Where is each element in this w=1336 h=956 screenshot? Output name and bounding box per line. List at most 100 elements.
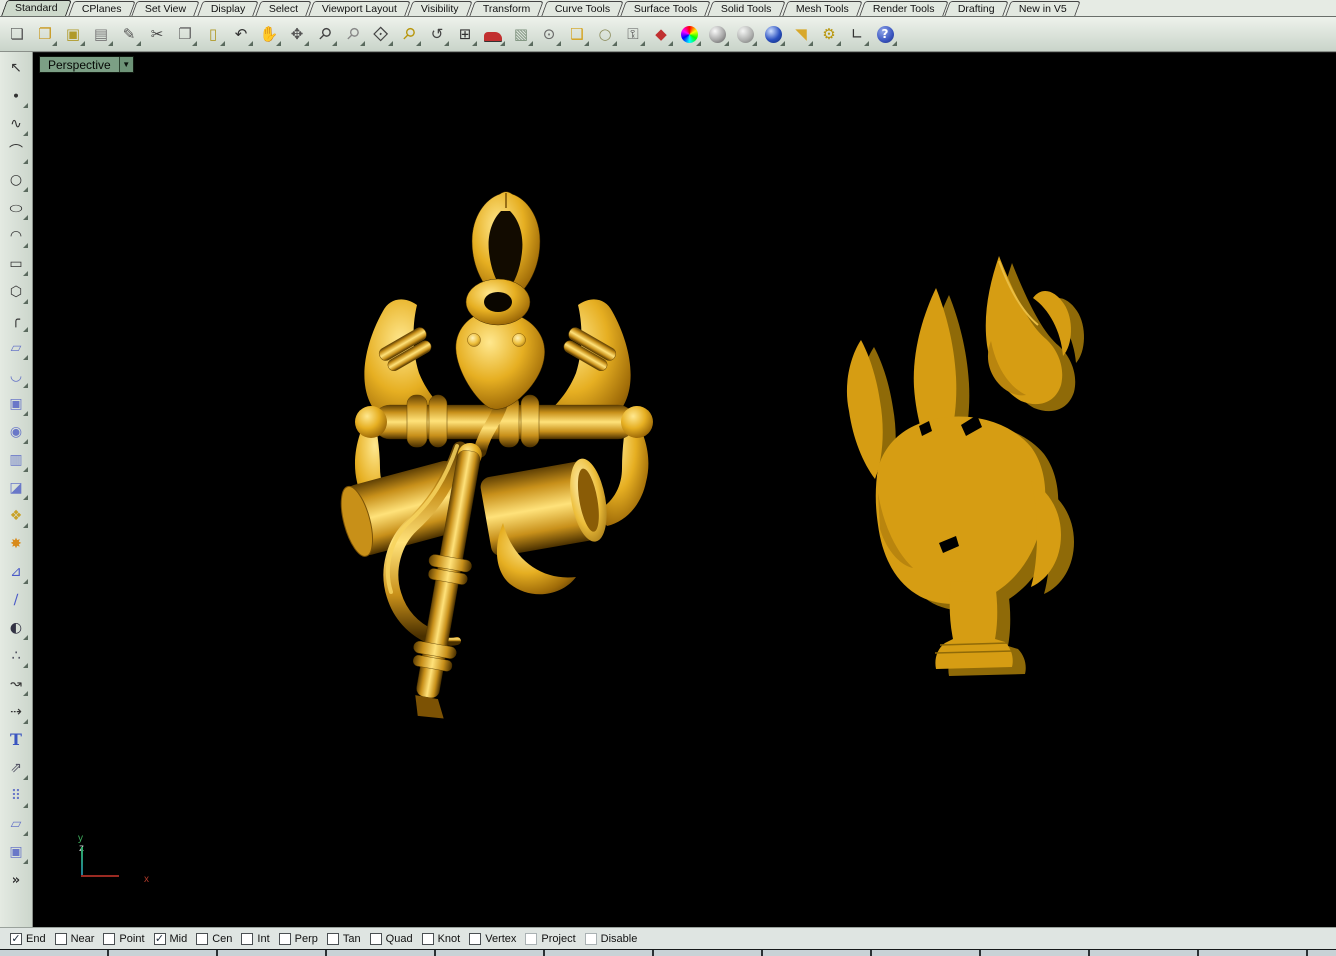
selection-filter-icon[interactable]: ❑ xyxy=(564,21,590,47)
zoom-dynamic-icon[interactable]: ⚲ xyxy=(312,21,338,47)
checkbox[interactable] xyxy=(279,933,291,945)
set-cplane-icon[interactable]: ▣ xyxy=(3,839,29,865)
cut-icon[interactable]: ✂ xyxy=(144,21,170,47)
rectangle-icon[interactable]: ▭ xyxy=(3,251,29,277)
pan-icon[interactable]: ✋ xyxy=(256,21,282,47)
checkbox[interactable] xyxy=(469,933,481,945)
options-icon[interactable]: ⚙ xyxy=(816,21,842,47)
curved-surface-icon[interactable]: ◡ xyxy=(3,363,29,389)
paste-icon[interactable]: ▯ xyxy=(200,21,226,47)
undo-view-icon[interactable]: ↺ xyxy=(424,21,450,47)
control-point-curve-icon[interactable]: ∿ xyxy=(3,111,29,137)
explode-icon[interactable]: ✸ xyxy=(3,531,29,557)
fillet-corner-icon[interactable]: ╭ xyxy=(3,307,29,333)
checkbox[interactable] xyxy=(525,933,537,945)
extend-curve-icon[interactable]: ⇢ xyxy=(3,699,29,725)
cplane-icon[interactable]: ▧ xyxy=(508,21,534,47)
save-icon[interactable]: ▣ xyxy=(60,21,86,47)
curve-interpolate-icon[interactable]: ⌒ xyxy=(3,139,29,165)
new-document-icon[interactable]: ❏ xyxy=(4,21,30,47)
checkbox[interactable] xyxy=(196,933,208,945)
checkbox[interactable] xyxy=(103,933,115,945)
osnap-toggle[interactable]: Int xyxy=(241,933,269,945)
dimension-icon[interactable]: ∟ xyxy=(844,21,870,47)
pendant-side-silhouette[interactable] xyxy=(847,256,1084,676)
toolbar-tab[interactable]: Viewport Layout xyxy=(308,1,411,16)
blend-curve-icon[interactable]: ↝ xyxy=(3,671,29,697)
toolbar-tab[interactable]: Set View xyxy=(132,1,201,16)
osnap-toggle[interactable]: Project xyxy=(525,933,575,945)
named-views-icon[interactable] xyxy=(480,21,506,47)
osnap-toggle[interactable]: Cen xyxy=(196,933,232,945)
osnap-toggle[interactable]: Point xyxy=(103,933,144,945)
toolbar-tab[interactable]: Visibility xyxy=(408,1,473,16)
toolbar-tab[interactable]: Solid Tools xyxy=(707,1,785,16)
perspective-viewport[interactable]: Perspective ▼ xyxy=(33,52,1336,927)
copy-icon[interactable]: ❐ xyxy=(172,21,198,47)
checkbox[interactable] xyxy=(585,933,597,945)
checkbox[interactable] xyxy=(370,933,382,945)
viewport-title[interactable]: Perspective ▼ xyxy=(39,56,134,73)
light-bulb-icon[interactable]: ○ xyxy=(592,21,618,47)
toolbar-tab[interactable]: Standard xyxy=(1,0,71,16)
help-icon[interactable]: ? xyxy=(872,21,898,47)
checkbox[interactable] xyxy=(241,933,253,945)
shaded-viewport-icon[interactable] xyxy=(704,21,730,47)
toolbar-tab[interactable]: CPlanes xyxy=(68,1,135,16)
rendered-viewport-icon[interactable] xyxy=(760,21,786,47)
toolbar-tab[interactable]: Mesh Tools xyxy=(782,1,862,16)
toolbar-tab[interactable]: Select xyxy=(255,1,312,16)
lock-icon[interactable]: ⚿ xyxy=(620,21,646,47)
toolbar-tab[interactable]: Display xyxy=(197,1,259,16)
circle-center-icon[interactable]: ⊙ xyxy=(536,21,562,47)
checkbox[interactable] xyxy=(10,933,22,945)
zoom-window-icon[interactable]: ⚲ xyxy=(340,21,366,47)
osnap-toggle[interactable]: Vertex xyxy=(469,933,516,945)
circle-icon[interactable]: ○ xyxy=(3,167,29,193)
box-icon[interactable]: ▣ xyxy=(3,391,29,417)
arc-icon[interactable]: ◠ xyxy=(3,223,29,249)
move-icon[interactable]: ⇗ xyxy=(3,755,29,781)
checkbox[interactable] xyxy=(55,933,67,945)
zoom-selected-icon[interactable]: ⚲ xyxy=(396,21,422,47)
checkbox[interactable] xyxy=(154,933,166,945)
osnap-toggle[interactable]: Knot xyxy=(422,933,461,945)
polygon-icon[interactable]: ⬡ xyxy=(3,279,29,305)
zoom-extents-icon[interactable]: ⊡ xyxy=(368,21,394,47)
color-wheel-icon[interactable] xyxy=(676,21,702,47)
toolbar-tab[interactable]: Surface Tools xyxy=(620,1,711,16)
toolbar-tab[interactable]: Curve Tools xyxy=(541,1,624,16)
render-icon[interactable]: ◥ xyxy=(788,21,814,47)
boolean-difference-icon[interactable]: ◐ xyxy=(3,615,29,641)
pendant-front-render[interactable] xyxy=(335,192,653,721)
checkbox[interactable] xyxy=(422,933,434,945)
select-icon[interactable]: ↖ xyxy=(3,55,29,81)
osnap-toggle[interactable]: Near xyxy=(55,933,95,945)
more-tools-icon[interactable]: » xyxy=(3,867,29,893)
trim-icon[interactable]: ⊿ xyxy=(3,559,29,585)
patch-icon[interactable]: ◪ xyxy=(3,475,29,501)
point-icon[interactable]: ∙ xyxy=(3,83,29,109)
extrude-icon[interactable]: ▱ xyxy=(3,811,29,837)
ellipse-icon[interactable]: ○ xyxy=(3,195,29,221)
osnap-toggle[interactable]: Disable xyxy=(585,933,638,945)
open-folder-icon[interactable]: ❐ xyxy=(32,21,58,47)
undo-icon[interactable]: ↶ xyxy=(228,21,254,47)
toolbar-tab[interactable]: Transform xyxy=(469,1,544,16)
toolbar-tab[interactable]: Drafting xyxy=(945,1,1009,16)
viewport-layout-icon[interactable]: ⊞ xyxy=(452,21,478,47)
rotate-view-icon[interactable]: ✥ xyxy=(284,21,310,47)
edit-document-icon[interactable]: ✎ xyxy=(116,21,142,47)
flat-shade-icon[interactable]: ◆ xyxy=(648,21,674,47)
osnap-toggle[interactable]: Quad xyxy=(370,933,413,945)
checkbox[interactable] xyxy=(327,933,339,945)
cylinder-icon[interactable]: ▥ xyxy=(3,447,29,473)
boolean-union-icon[interactable]: ❖ xyxy=(3,503,29,529)
extract-points-icon[interactable]: ∴ xyxy=(3,643,29,669)
viewport-dropdown-icon[interactable]: ▼ xyxy=(119,57,133,72)
toolbar-tab[interactable]: Render Tools xyxy=(859,1,948,16)
osnap-toggle[interactable]: End xyxy=(10,933,46,945)
surface-plane-icon[interactable]: ▱ xyxy=(3,335,29,361)
osnap-toggle[interactable]: Tan xyxy=(327,933,361,945)
array-icon[interactable]: ⠿ xyxy=(3,783,29,809)
